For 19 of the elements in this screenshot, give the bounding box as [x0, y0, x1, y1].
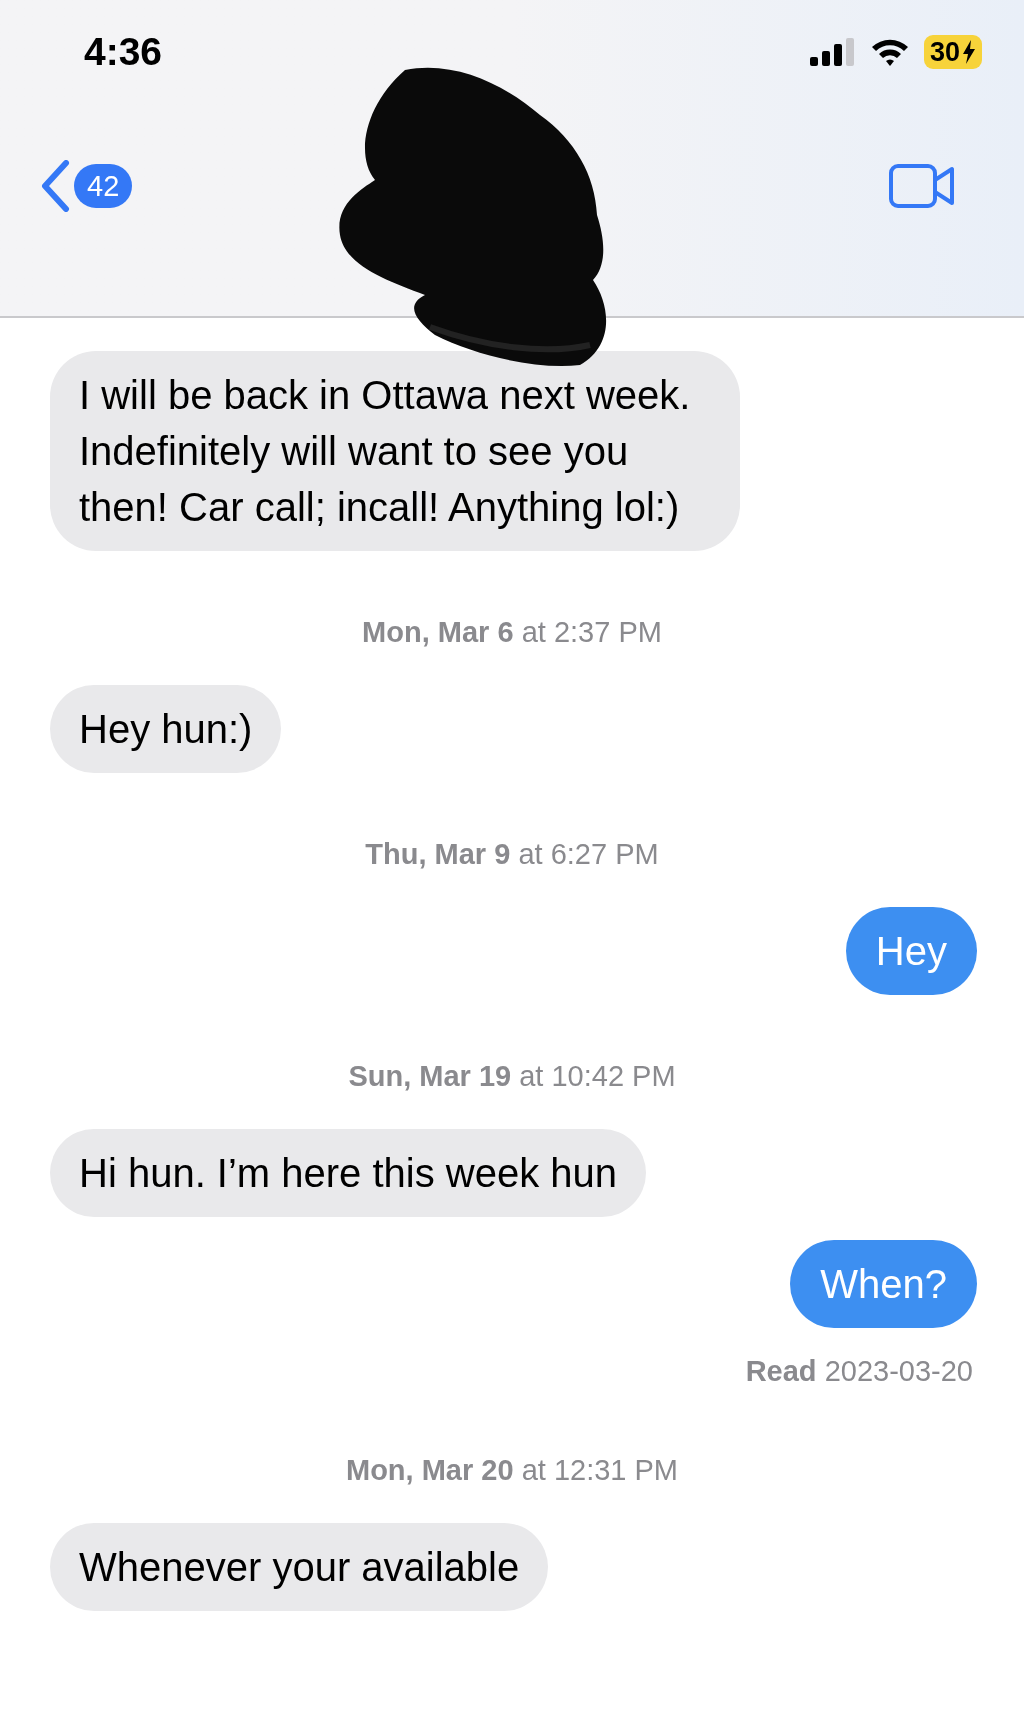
- battery-indicator: 30: [923, 35, 982, 69]
- signal-icon: [809, 38, 856, 66]
- sent-message-bubble: When?: [790, 1240, 977, 1328]
- received-message-bubble: Whenever your available: [50, 1523, 549, 1611]
- received-message-bubble: I will be back in Ottawa next week. Indefinitely will want to see you then! Car call; incall! Anything lol:): [50, 351, 740, 551]
- charging-bolt-icon: [962, 40, 976, 64]
- received-message-bubble: Hey hun:): [50, 685, 282, 773]
- back-chevron-icon: [40, 160, 70, 212]
- unread-count-badge: 42: [74, 164, 133, 208]
- back-button[interactable]: 42: [40, 160, 133, 212]
- timestamp: Mon, Mar 20 at 12:31 PM: [346, 1453, 678, 1488]
- timestamp: Thu, Mar 9 at 6:27 PM: [365, 837, 659, 872]
- read-receipt: Read 2023-03-20: [745, 1354, 973, 1389]
- status-time: 4:36: [84, 28, 163, 75]
- received-message-bubble: Hi hun. I’m here this week hun: [50, 1129, 647, 1217]
- timestamp: Sun, Mar 19 at 10:42 PM: [348, 1059, 676, 1094]
- sent-message-bubble: Hey: [845, 907, 977, 995]
- video-camera-icon[interactable]: [888, 163, 956, 209]
- timestamp: Mon, Mar 6 at 2:37 PM: [362, 615, 662, 650]
